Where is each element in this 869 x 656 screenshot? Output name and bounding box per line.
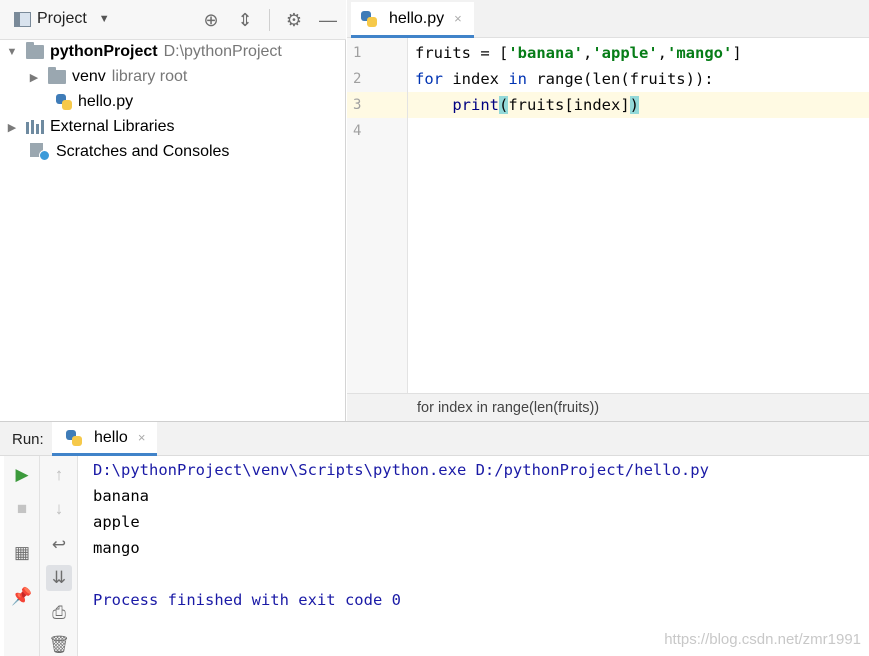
- console-line: banana: [93, 487, 149, 505]
- console-exit-message: Process finished with exit code 0: [93, 591, 401, 609]
- layout-icon[interactable]: ▦: [9, 540, 35, 566]
- console-output[interactable]: D:\pythonProject\venv\Scripts\python.exe…: [93, 456, 863, 656]
- tree-item-venv[interactable]: ▶ venv library root: [28, 65, 187, 89]
- collapsed-arrow-icon[interactable]: ▶: [6, 121, 18, 134]
- console-line: mango: [93, 539, 140, 557]
- editor-tab-bar: hello.py ×: [347, 0, 869, 38]
- python-icon: [66, 429, 82, 446]
- line-number: 4: [353, 123, 362, 139]
- tree-item-scratches[interactable]: Scratches and Consoles: [18, 140, 229, 164]
- rerun-icon[interactable]: ▶: [9, 462, 35, 488]
- minimize-icon[interactable]: —: [318, 9, 338, 31]
- folder-icon: [26, 42, 44, 59]
- watermark: https://blog.csdn.net/zmr1991: [664, 631, 861, 648]
- run-toolbar-secondary: ↑ ↓ ↩ ⇊ ⎙ 🗑: [40, 456, 78, 656]
- tree-item-label: hello.py: [78, 93, 134, 110]
- tree-item-hello-py[interactable]: hello.py: [56, 90, 133, 114]
- collapse-all-icon[interactable]: ⇕: [235, 9, 255, 31]
- breadcrumb[interactable]: for index in range(len(fruits)): [347, 393, 869, 421]
- code-token: fruits[index]: [508, 96, 630, 114]
- code-token: ,: [582, 44, 593, 62]
- arrow-down-icon[interactable]: ↓: [46, 496, 72, 522]
- locate-icon[interactable]: ⊕: [201, 9, 221, 31]
- tab-label: hello.py: [389, 9, 445, 27]
- tree-item-label: pythonProject: [50, 43, 158, 60]
- keyword-token: for: [415, 70, 443, 88]
- run-tab-label: hello: [94, 428, 128, 446]
- console-line: apple: [93, 513, 140, 531]
- string-token: 'mango': [667, 44, 733, 62]
- run-header: Run: hello ×: [0, 422, 869, 456]
- code-line-1[interactable]: fruits = ['banana','apple','mango']: [415, 40, 742, 66]
- stop-icon[interactable]: ■: [9, 496, 35, 522]
- string-token: 'apple': [592, 44, 658, 62]
- libraries-icon: [26, 120, 44, 134]
- tree-item-note: library root: [111, 68, 188, 85]
- tree-item-external-libraries[interactable]: ▶ External Libraries: [6, 115, 175, 139]
- tree-item-pythonproject[interactable]: ▼ pythonProject D:\pythonProject: [6, 40, 282, 64]
- code-token: ,: [657, 44, 667, 62]
- expanded-arrow-icon[interactable]: ▼: [6, 46, 18, 58]
- arrow-up-icon[interactable]: ↑: [46, 462, 72, 488]
- print-icon[interactable]: ⎙: [46, 600, 72, 626]
- code-token: ]: [732, 44, 742, 62]
- project-title: Project: [37, 10, 87, 27]
- line-number: 1: [353, 45, 362, 61]
- pin-icon[interactable]: 📌: [9, 584, 35, 610]
- header-divider: [269, 9, 270, 31]
- project-view-selector[interactable]: Project ▼: [14, 10, 110, 28]
- python-file-icon: [361, 10, 377, 27]
- run-toolbar-primary: ▶ ■ ▦ 📌: [4, 456, 40, 656]
- function-token: print: [452, 96, 499, 114]
- code-token: index: [443, 70, 509, 88]
- line-number-gutter: 1 2 3 4: [347, 38, 408, 393]
- project-tool-window: Project ▼ ⊕ ⇕ ⚙ — ▼ pythonProject D:\pyt…: [0, 0, 346, 421]
- console-command-line: D:\pythonProject\venv\Scripts\python.exe…: [93, 461, 709, 479]
- chevron-down-icon: ▼: [98, 13, 110, 25]
- code-line-3[interactable]: print(fruits[index]): [415, 92, 640, 118]
- line-number: 3: [353, 97, 362, 113]
- keyword-token: in: [508, 70, 527, 88]
- run-label: Run:: [12, 431, 44, 448]
- soft-wrap-icon[interactable]: ↩: [46, 532, 72, 558]
- matched-brace: (: [499, 96, 509, 114]
- trash-icon[interactable]: 🗑: [46, 632, 72, 656]
- close-icon[interactable]: ×: [454, 11, 462, 26]
- tree-item-path: D:\pythonProject: [163, 43, 282, 60]
- project-header: Project ▼ ⊕ ⇕ ⚙ —: [0, 0, 346, 40]
- folder-icon: [48, 67, 66, 84]
- tree-item-label: External Libraries: [50, 118, 175, 135]
- code-token: range(len(fruits)):: [527, 70, 714, 88]
- tree-item-label: venv: [72, 68, 106, 85]
- string-token: 'banana': [508, 44, 583, 62]
- scroll-to-end-icon[interactable]: ⇊: [46, 565, 72, 591]
- collapsed-arrow-icon[interactable]: ▶: [28, 71, 40, 84]
- code-token: fruits = [: [415, 44, 509, 62]
- code-line-2[interactable]: for index in range(len(fruits)):: [415, 66, 714, 92]
- tab-run-hello[interactable]: hello ×: [52, 422, 158, 456]
- editor: hello.py × 1 2 3 4 fruits = ['banana','a…: [347, 0, 869, 421]
- project-window-icon: [14, 11, 31, 27]
- run-tool-window: Run: hello × ▶ ■ ▦ 📌 ↑ ↓ ↩ ⇊ ⎙ 🗑 D:\pyth…: [0, 421, 869, 656]
- close-icon[interactable]: ×: [138, 430, 146, 445]
- breadcrumb-text[interactable]: for index in range(len(fruits)): [417, 400, 599, 416]
- scratches-icon: [30, 143, 50, 161]
- matched-brace: ): [629, 96, 640, 114]
- line-number: 2: [353, 71, 362, 87]
- code-area[interactable]: fruits = ['banana','apple','mango'] for …: [408, 38, 869, 393]
- tab-hello-py[interactable]: hello.py ×: [351, 2, 474, 38]
- python-file-icon: [56, 94, 72, 110]
- tree-item-label: Scratches and Consoles: [56, 143, 230, 160]
- gear-icon[interactable]: ⚙: [284, 9, 304, 31]
